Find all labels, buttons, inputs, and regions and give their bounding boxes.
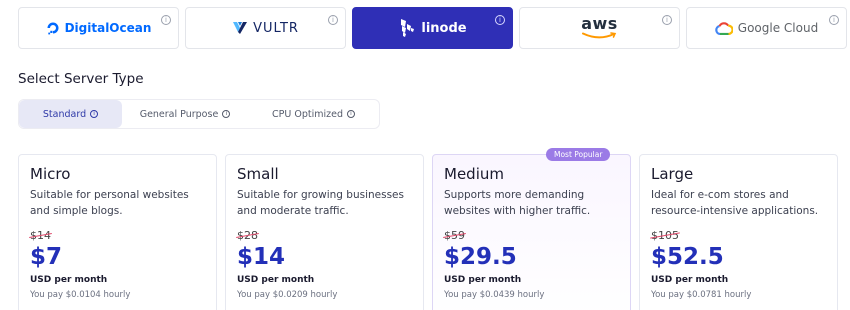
tab-label: Standard: [42, 108, 87, 120]
provider-google-cloud[interactable]: Google Cloud i: [686, 7, 847, 49]
aws-logo: aws: [581, 16, 618, 40]
hourly-price: You pay $0.0209 hourly: [237, 290, 338, 300]
price-period: USD per month: [237, 275, 315, 285]
aws-smile-icon: [582, 32, 617, 39]
provider-name: linode: [421, 20, 467, 36]
plan-card-micro[interactable]: Micro Suitable for personal websites and…: [18, 154, 217, 310]
plan-description: Suitable for personal websites and simpl…: [30, 189, 189, 217]
plan-card-medium[interactable]: Most Popular Medium Supports more demand…: [432, 148, 631, 310]
plan-title: Micro: [30, 165, 71, 183]
google-cloud-icon: [715, 21, 733, 35]
info-icon[interactable]: i: [222, 110, 231, 118]
most-popular-badge: Most Popular: [546, 148, 611, 161]
provider-digitalocean[interactable]: DigitalOcean i: [18, 7, 179, 49]
vultr-logo: VULTR: [232, 21, 299, 36]
info-icon[interactable]: i: [662, 15, 672, 25]
info-icon[interactable]: i: [346, 110, 355, 118]
provider-linode[interactable]: linode i: [352, 7, 513, 49]
tab-general-purpose[interactable]: General Purpose i: [122, 100, 248, 128]
original-price: $105: [651, 229, 679, 242]
linode-logo: linode: [398, 18, 467, 38]
vultr-icon: [233, 22, 248, 34]
original-price: $59: [444, 229, 465, 242]
plan-title: Large: [651, 165, 694, 183]
plan-cards: Micro Suitable for personal websites and…: [18, 148, 838, 310]
info-icon[interactable]: i: [90, 110, 99, 118]
provider-vultr[interactable]: VULTR i: [185, 7, 346, 49]
plan-description: Ideal for e-com stores and resource-inte…: [651, 189, 819, 217]
tab-label: General Purpose: [139, 108, 219, 120]
provider-name: VULTR: [253, 20, 299, 36]
plan-description: Suitable for growing businesses and mode…: [237, 189, 404, 217]
price-period: USD per month: [444, 275, 522, 285]
section-title: Select Server Type: [18, 71, 144, 87]
provider-name: DigitalOcean: [64, 21, 152, 35]
tab-label: CPU Optimized: [272, 108, 343, 120]
original-price: $28: [237, 229, 258, 242]
plan-title: Small: [237, 165, 279, 183]
digitalocean-icon: [47, 22, 59, 35]
plan-card-large[interactable]: Large Ideal for e-com stores and resourc…: [639, 154, 838, 310]
plan-price: $7: [30, 244, 63, 270]
price-period: USD per month: [30, 275, 108, 285]
original-price: $14: [30, 229, 51, 242]
info-icon[interactable]: i: [161, 15, 171, 25]
google-cloud-logo: Google Cloud: [715, 21, 818, 35]
provider-name: aws: [581, 14, 618, 33]
info-icon[interactable]: i: [829, 15, 839, 25]
plan-price: $52.5: [651, 244, 724, 270]
hourly-price: You pay $0.0439 hourly: [444, 290, 545, 300]
hourly-price: You pay $0.0781 hourly: [651, 290, 752, 300]
provider-name: Google Cloud: [737, 21, 819, 35]
hourly-price: You pay $0.0104 hourly: [30, 290, 131, 300]
plan-price: $29.5: [444, 244, 517, 270]
plan-card-small[interactable]: Small Suitable for growing businesses an…: [225, 154, 424, 310]
plan-price: $14: [237, 244, 286, 270]
info-icon[interactable]: i: [328, 15, 338, 25]
tab-standard[interactable]: Standard i: [19, 100, 122, 128]
info-icon[interactable]: i: [495, 15, 505, 25]
provider-selector: DigitalOcean i VULTR i linode i aws i Go…: [18, 7, 847, 49]
plan-title: Medium: [444, 165, 504, 183]
server-type-tabs: Standard i General Purpose i CPU Optimiz…: [18, 99, 380, 129]
digitalocean-logo: DigitalOcean: [46, 21, 152, 35]
plan-description: Supports more demanding websites with hi…: [444, 189, 591, 217]
provider-aws[interactable]: aws i: [519, 7, 680, 49]
linode-icon: [401, 19, 415, 37]
tab-cpu-optimized[interactable]: CPU Optimized i: [248, 100, 379, 128]
price-period: USD per month: [651, 275, 729, 285]
